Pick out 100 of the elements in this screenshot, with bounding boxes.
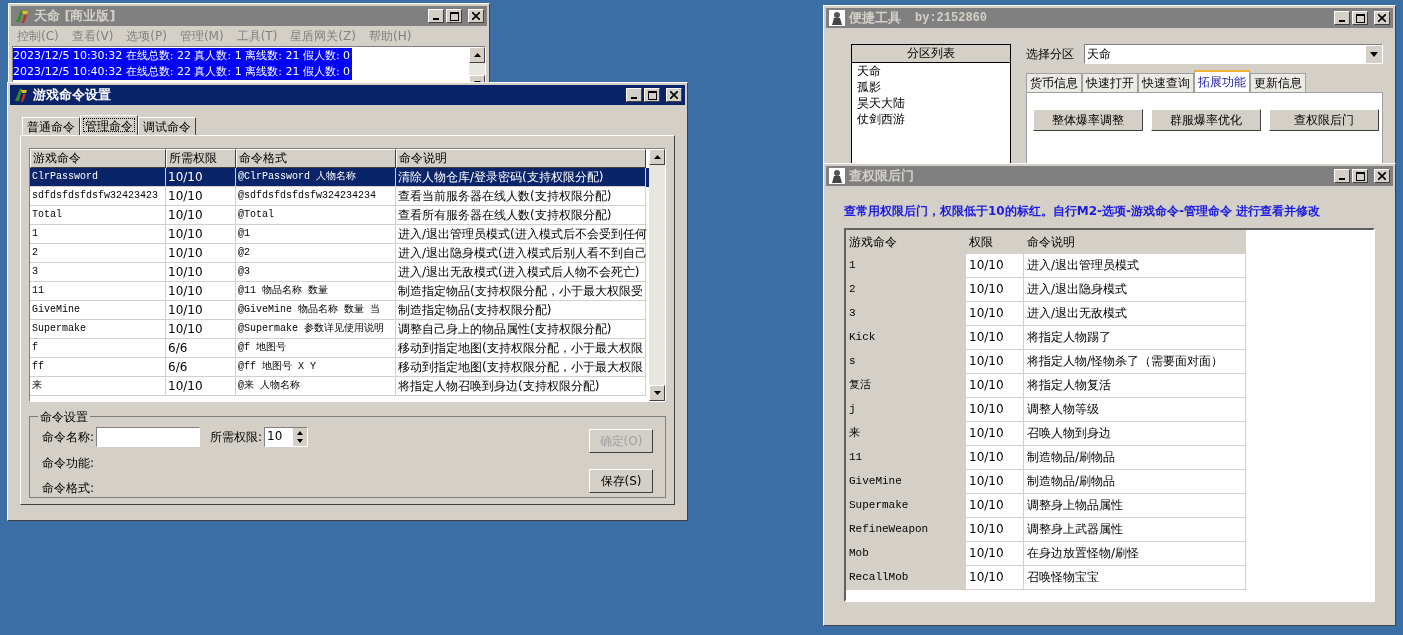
table-cell: 10/10 [966, 494, 1024, 518]
minimize-button[interactable] [1334, 11, 1350, 25]
table-row[interactable]: Supermake 10/10 @Supermake 参数详见使用说明 调整自己身上的物品属性(支持权限分配) [30, 320, 649, 339]
partition-select[interactable]: 天命 [1084, 44, 1383, 64]
list-item[interactable]: 孤影 [852, 79, 1010, 95]
table-cell: 复活 [846, 374, 966, 398]
table-cell: 召唤怪物宝宝 [1024, 566, 1246, 590]
tool-button[interactable]: 查权限后门 [1269, 109, 1379, 131]
table-row[interactable]: 2 10/10 @2 进入/退出隐身模式(进入模式后别人看不到自己 [30, 244, 649, 263]
tab[interactable]: 更新信息 [1250, 73, 1306, 92]
minimize-button[interactable] [626, 88, 642, 102]
table-cell: 10/10 [166, 377, 236, 396]
table-row[interactable]: f 6/6 @f 地图号 移动到指定地图(支持权限分配，小于最大权限 [30, 339, 649, 358]
table-cell: 10/10 [966, 350, 1024, 374]
tab[interactable]: 拓展功能 [1194, 70, 1250, 92]
figure-icon [829, 10, 845, 26]
column-header[interactable]: 命令格式 [236, 149, 396, 168]
table-cell: 10/10 [966, 542, 1024, 566]
table-cell: 3 [846, 302, 966, 326]
table-row[interactable]: ff 6/6 @ff 地图号 X Y 移动到指定地图(支持权限分配，小于最大权限 [30, 358, 649, 377]
table-row[interactable]: Total 10/10 @Total 查看所有服务器在线人数(支持权限分配) [30, 206, 649, 225]
table-row[interactable]: sdfdsfdsfdsfw32423423 10/10 @sdfdsfdsfdsfw324234234 查看当前服务器在线人数(支持权限分配) [30, 187, 649, 206]
table-cell: 来 [30, 377, 166, 396]
table-cell: 10/10 [966, 422, 1024, 446]
table-cell: 10/10 [966, 374, 1024, 398]
table-cell: 进入/退出管理员模式 [1024, 254, 1246, 278]
table-row[interactable]: 来 10/10 @来 人物名称 将指定人物召唤到身边(支持权限分配) [30, 377, 649, 396]
column-header: 权限 [966, 230, 1024, 254]
table-cell: Kick [846, 326, 966, 350]
column-header: 命令说明 [1024, 230, 1246, 254]
scroll-bar[interactable] [649, 149, 665, 401]
table-cell: 进入/退出隐身模式 [1024, 278, 1246, 302]
table-cell: s [846, 350, 966, 374]
scroll-up-icon[interactable] [473, 53, 481, 57]
list-header: 分区列表 [852, 45, 1010, 63]
maximize-button[interactable] [1352, 11, 1368, 25]
maximize-button[interactable] [446, 9, 462, 23]
tool-button[interactable]: 群服爆率优化 [1151, 109, 1261, 131]
tab[interactable]: 管理命令 [80, 115, 138, 135]
table-cell: 将指定人物召唤到身边(支持权限分配) [396, 377, 646, 396]
table-cell: j [846, 398, 966, 422]
table-row[interactable]: 11 10/10 @11 物品名称 数量 制造指定物品(支持权限分配，小于最大权限受 [30, 282, 649, 301]
maximize-button[interactable] [644, 88, 660, 102]
table-cell: Mob [846, 542, 966, 566]
window-title: 查权限后门 [849, 167, 914, 186]
table-cell: 调整身上武器属性 [1024, 518, 1246, 542]
table-cell: 召唤人物到身边 [1024, 422, 1246, 446]
tool-button[interactable]: 整体爆率调整 [1033, 109, 1143, 131]
tab[interactable]: 快速查询 [1138, 73, 1194, 92]
table-cell: 10/10 [966, 398, 1024, 422]
minimize-button[interactable] [428, 9, 444, 23]
scroll-down-icon[interactable] [653, 391, 661, 395]
spin-field[interactable]: 10 [264, 427, 309, 447]
close-icon [670, 91, 678, 99]
list-item[interactable]: 仗剑西游 [852, 111, 1010, 127]
tab[interactable]: 货币信息 [1026, 73, 1082, 92]
tab[interactable]: 调试命令 [138, 117, 196, 135]
tab[interactable]: 快速打开 [1082, 73, 1138, 92]
maximize-button[interactable] [1352, 169, 1368, 183]
input-field[interactable] [96, 427, 201, 447]
close-icon [1378, 172, 1386, 180]
scroll-up-icon[interactable] [653, 155, 661, 159]
list-item[interactable]: 昊天大陆 [852, 95, 1010, 111]
table-row[interactable]: GiveMine 10/10 @GiveMine 物品名称 数量 当 制造指定物品(支持权限分配) [30, 301, 649, 320]
spin-arrows-icon [293, 428, 308, 446]
table-cell: 制造物品/刷物品 [1024, 470, 1246, 494]
field-label: 命令格式: [42, 480, 96, 497]
column-header[interactable]: 命令说明 [396, 149, 646, 168]
group-title: 命令设置 [38, 408, 90, 426]
table-row[interactable]: 3 10/10 @3 进入/退出无敌模式(进入模式后人物不会死亡) [30, 263, 649, 282]
window-title: 便捷工具 [849, 9, 901, 28]
maximize-icon [1355, 13, 1365, 23]
app-icon [14, 8, 30, 24]
table-cell: 10/10 [966, 518, 1024, 542]
table-cell: 10/10 [966, 446, 1024, 470]
field-label: 选择分区 [1026, 46, 1074, 63]
tab[interactable]: 普通命令 [22, 117, 80, 135]
table-cell: 将指定人物/怪物杀了（需要面对面） [1024, 350, 1246, 374]
minimize-button[interactable] [1334, 169, 1350, 183]
close-button[interactable] [1374, 11, 1390, 25]
table-cell: 制造物品/刷物品 [1024, 446, 1246, 470]
table-cell: 10/10 [966, 278, 1024, 302]
table-row[interactable]: 1 10/10 @1 进入/退出管理员模式(进入模式后不会受到任何 [30, 225, 649, 244]
table-cell: Supermake [846, 494, 966, 518]
dialog-button[interactable]: 保存(S) [589, 469, 653, 493]
close-button[interactable] [468, 9, 484, 23]
close-button[interactable] [1374, 169, 1390, 183]
table-cell: 将指定人物复活 [1024, 374, 1246, 398]
close-button[interactable] [666, 88, 682, 102]
table-cell: 10/10 [966, 566, 1024, 590]
column-header[interactable]: 游戏命令 [30, 149, 166, 168]
window-title: 天命 [商业版] [34, 7, 116, 26]
table-cell: RecallMob [846, 566, 966, 590]
table-row[interactable]: ClrPassword 10/10 @ClrPassword 人物名称 清除人物仓库/登录密码(支持权限分配) [30, 168, 649, 187]
table-cell: 将指定人物踢了 [1024, 326, 1246, 350]
column-header[interactable]: 所需权限 [166, 149, 236, 168]
list-item[interactable]: 天命 [852, 63, 1010, 79]
table-cell: 来 [846, 422, 966, 446]
close-icon [1378, 14, 1386, 22]
table-cell: 11 [846, 446, 966, 470]
